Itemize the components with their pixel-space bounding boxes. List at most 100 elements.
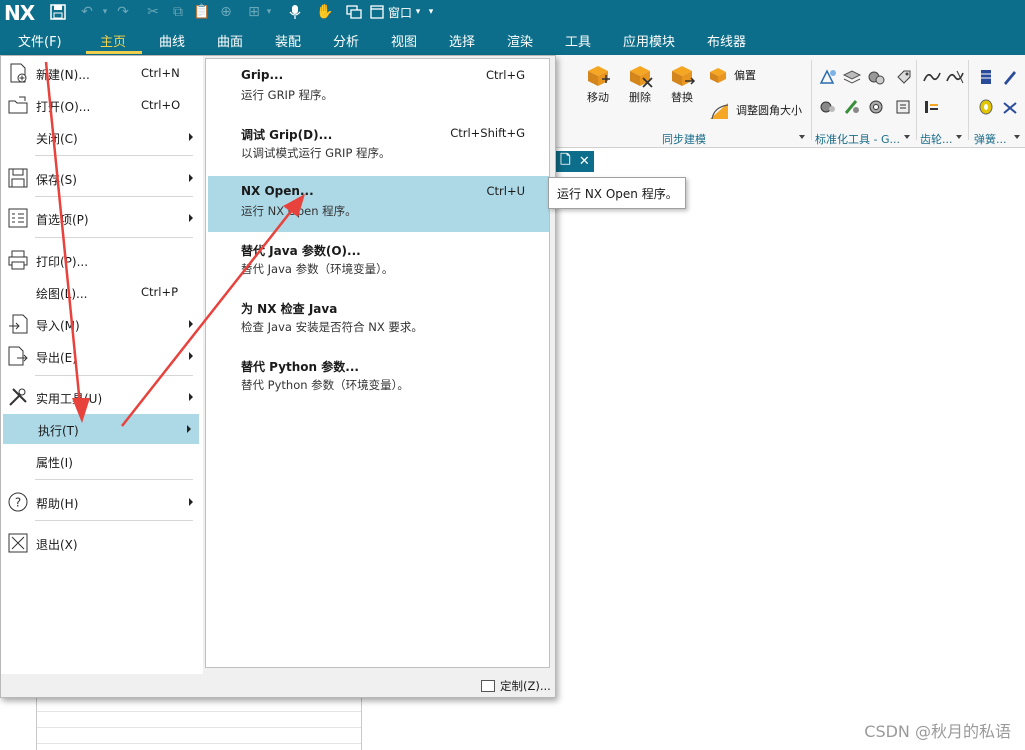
gear-dropdown-icon[interactable] bbox=[956, 135, 962, 139]
menu-item-exit-label: 退出(X) bbox=[36, 538, 78, 552]
tab-applications[interactable]: 应用模块 bbox=[623, 31, 675, 50]
tab-assembly[interactable]: 装配 bbox=[275, 31, 301, 50]
pencil-icon[interactable] bbox=[1000, 67, 1020, 87]
menu-separator bbox=[35, 237, 193, 238]
menu-item-help[interactable]: ? 帮助(H) bbox=[1, 487, 201, 517]
replace-face-button[interactable]: 替换 bbox=[668, 61, 696, 105]
execute-submenu: Grip... Ctrl+G 运行 GRIP 程序。 调试 Grip(D)...… bbox=[205, 58, 550, 668]
document-tab-strip: 🗋 ✕ bbox=[553, 149, 1025, 173]
submenu-item-python-params[interactable]: 替代 Python 参数... 替代 Python 参数（环境变量）。 bbox=[208, 350, 549, 406]
sync-modeling-dropdown-icon[interactable] bbox=[799, 135, 805, 139]
tag-icon[interactable] bbox=[894, 67, 914, 87]
touch-mode-icon[interactable]: ✋ bbox=[314, 3, 336, 21]
spur-gear-icon[interactable] bbox=[922, 67, 942, 87]
offset-region-button[interactable]: 偏置 bbox=[708, 65, 756, 85]
layers-icon[interactable] bbox=[842, 67, 862, 87]
tab-curve[interactable]: 曲线 bbox=[159, 31, 185, 50]
tab-select[interactable]: 选择 bbox=[449, 31, 475, 50]
menu-item-open-label: 打开(O)... bbox=[36, 100, 91, 114]
file-menu-list: 新建(N)... Ctrl+N 打开(O)... Ctrl+O 关闭(C) 保存… bbox=[1, 56, 203, 674]
gear-settings-icon[interactable] bbox=[866, 67, 886, 87]
tools-icon bbox=[9, 388, 27, 406]
cylinder-spring-icon[interactable] bbox=[976, 67, 996, 87]
submenu-item-nx-open[interactable]: NX Open... Ctrl+U 运行 NX Open 程序。 bbox=[208, 176, 549, 232]
insert-icon[interactable]: ⊞ bbox=[244, 3, 264, 21]
menu-item-plot[interactable]: 绘图(L)... Ctrl+P bbox=[1, 277, 201, 307]
submenu-item-java-params[interactable]: 替代 Java 参数(O)... 替代 Java 参数（环境变量）。 bbox=[208, 234, 549, 290]
tab-view[interactable]: 视图 bbox=[391, 31, 417, 50]
undo-dropdown-icon[interactable]: ▾ bbox=[100, 3, 110, 21]
menu-item-exit[interactable]: 退出(X) bbox=[1, 528, 201, 558]
cut-icon[interactable]: ✂ bbox=[143, 3, 163, 21]
fastener-icon[interactable] bbox=[842, 97, 862, 117]
menu-item-export[interactable]: 导出(E) bbox=[1, 341, 201, 371]
window-menu[interactable]: 窗口 bbox=[388, 4, 412, 21]
library-icon[interactable] bbox=[894, 97, 914, 117]
submenu-item-description: 替代 Java 参数（环境变量）。 bbox=[241, 262, 394, 276]
menu-item-properties-label: 属性(I) bbox=[36, 456, 73, 470]
menu-item-preferences[interactable]: 首选项(P) bbox=[1, 203, 201, 233]
tab-surface[interactable]: 曲面 bbox=[217, 31, 243, 50]
tab-tools[interactable]: 工具 bbox=[565, 31, 591, 50]
menu-item-utilities[interactable]: 实用工具(U) bbox=[1, 382, 201, 412]
move-face-button[interactable]: 移动 bbox=[584, 61, 612, 105]
tab-home[interactable]: 主页 bbox=[100, 31, 126, 50]
submenu-arrow-icon bbox=[189, 498, 193, 506]
paste-icon[interactable]: 📋 bbox=[192, 3, 212, 21]
undo-icon[interactable]: ↶ bbox=[78, 3, 96, 21]
menu-separator bbox=[35, 479, 193, 480]
menu-item-execute[interactable]: 执行(T) bbox=[3, 414, 199, 444]
spring-dropdown-icon[interactable] bbox=[1014, 135, 1020, 139]
redo-icon[interactable]: ↷ bbox=[114, 3, 132, 21]
document-tab[interactable]: 🗋 ✕ bbox=[556, 151, 594, 172]
menu-item-save[interactable]: 保存(S) bbox=[1, 163, 201, 193]
delete-face-button[interactable]: 删除 bbox=[626, 61, 654, 105]
quick-access-customize-icon[interactable]: ▾ bbox=[426, 3, 436, 21]
submenu-item-title: Grip... bbox=[241, 68, 284, 82]
weld-icon[interactable] bbox=[818, 97, 838, 117]
menu-item-properties[interactable]: 属性(I) bbox=[1, 446, 201, 476]
standard-tools-dropdown-icon[interactable] bbox=[904, 135, 910, 139]
submenu-item-debug-grip[interactable]: 调试 Grip(D)... Ctrl+Shift+G 以调试模式运行 GRIP … bbox=[208, 118, 549, 174]
window-icon[interactable] bbox=[368, 3, 386, 21]
delete-face-icon bbox=[630, 66, 653, 88]
move-face-label: 移动 bbox=[587, 91, 609, 104]
submenu-item-description: 运行 GRIP 程序。 bbox=[241, 88, 334, 102]
standard-part-icon[interactable] bbox=[818, 67, 838, 87]
customize-menu-button[interactable]: 定制(Z)... bbox=[481, 677, 551, 695]
resize-fillet-button[interactable]: 调整圆角大小 bbox=[708, 99, 802, 121]
menu-item-new-label: 新建(N)... bbox=[36, 68, 90, 82]
submenu-item-grip[interactable]: Grip... Ctrl+G 运行 GRIP 程序。 bbox=[208, 60, 549, 116]
microphone-icon[interactable] bbox=[285, 3, 305, 21]
submenu-item-check-java[interactable]: 为 NX 检查 Java 检查 Java 安装是否符合 NX 要求。 bbox=[208, 292, 549, 348]
submenu-item-title: NX Open... bbox=[241, 184, 314, 198]
window-dropdown-icon[interactable]: ▾ bbox=[413, 3, 423, 21]
group-standard-tools-label: 标准化工具 - G... bbox=[815, 133, 900, 146]
switch-window-icon[interactable] bbox=[344, 3, 364, 21]
close-document-icon[interactable]: ✕ bbox=[579, 154, 590, 169]
menu-item-close[interactable]: 关闭(C) bbox=[1, 122, 201, 152]
spring-delete-icon[interactable] bbox=[1000, 97, 1020, 117]
submenu-item-title: 调试 Grip(D)... bbox=[241, 128, 333, 142]
submenu-item-shortcut: Ctrl+Shift+G bbox=[450, 126, 525, 140]
menu-item-open[interactable]: 打开(O)... Ctrl+O bbox=[1, 90, 201, 120]
submenu-item-description: 检查 Java 安装是否符合 NX 要求。 bbox=[241, 320, 423, 334]
helical-gear-icon[interactable] bbox=[945, 67, 965, 87]
copy-icon[interactable]: ⧉ bbox=[168, 3, 188, 21]
menu-item-print[interactable]: 打印(P)... bbox=[1, 245, 201, 275]
import-icon bbox=[9, 314, 28, 334]
tab-file[interactable]: 文件(F) bbox=[18, 31, 62, 50]
tab-router[interactable]: 布线器 bbox=[707, 31, 746, 50]
tab-analysis[interactable]: 分析 bbox=[333, 31, 359, 50]
menu-item-import[interactable]: 导入(M) bbox=[1, 309, 201, 339]
save-icon[interactable] bbox=[48, 3, 68, 21]
nx-logo: NX bbox=[4, 1, 35, 25]
bearing-icon[interactable] bbox=[866, 97, 886, 117]
repeat-command-icon[interactable]: ⊕ bbox=[216, 3, 236, 21]
tab-render[interactable]: 渲染 bbox=[507, 31, 533, 50]
insert-dropdown-icon[interactable]: ▾ bbox=[264, 3, 274, 21]
disc-spring-icon[interactable] bbox=[976, 97, 996, 117]
menu-item-new[interactable]: 新建(N)... Ctrl+N bbox=[1, 58, 201, 88]
submenu-item-shortcut: Ctrl+U bbox=[486, 184, 525, 198]
gear-modeling-icon[interactable] bbox=[922, 97, 942, 117]
